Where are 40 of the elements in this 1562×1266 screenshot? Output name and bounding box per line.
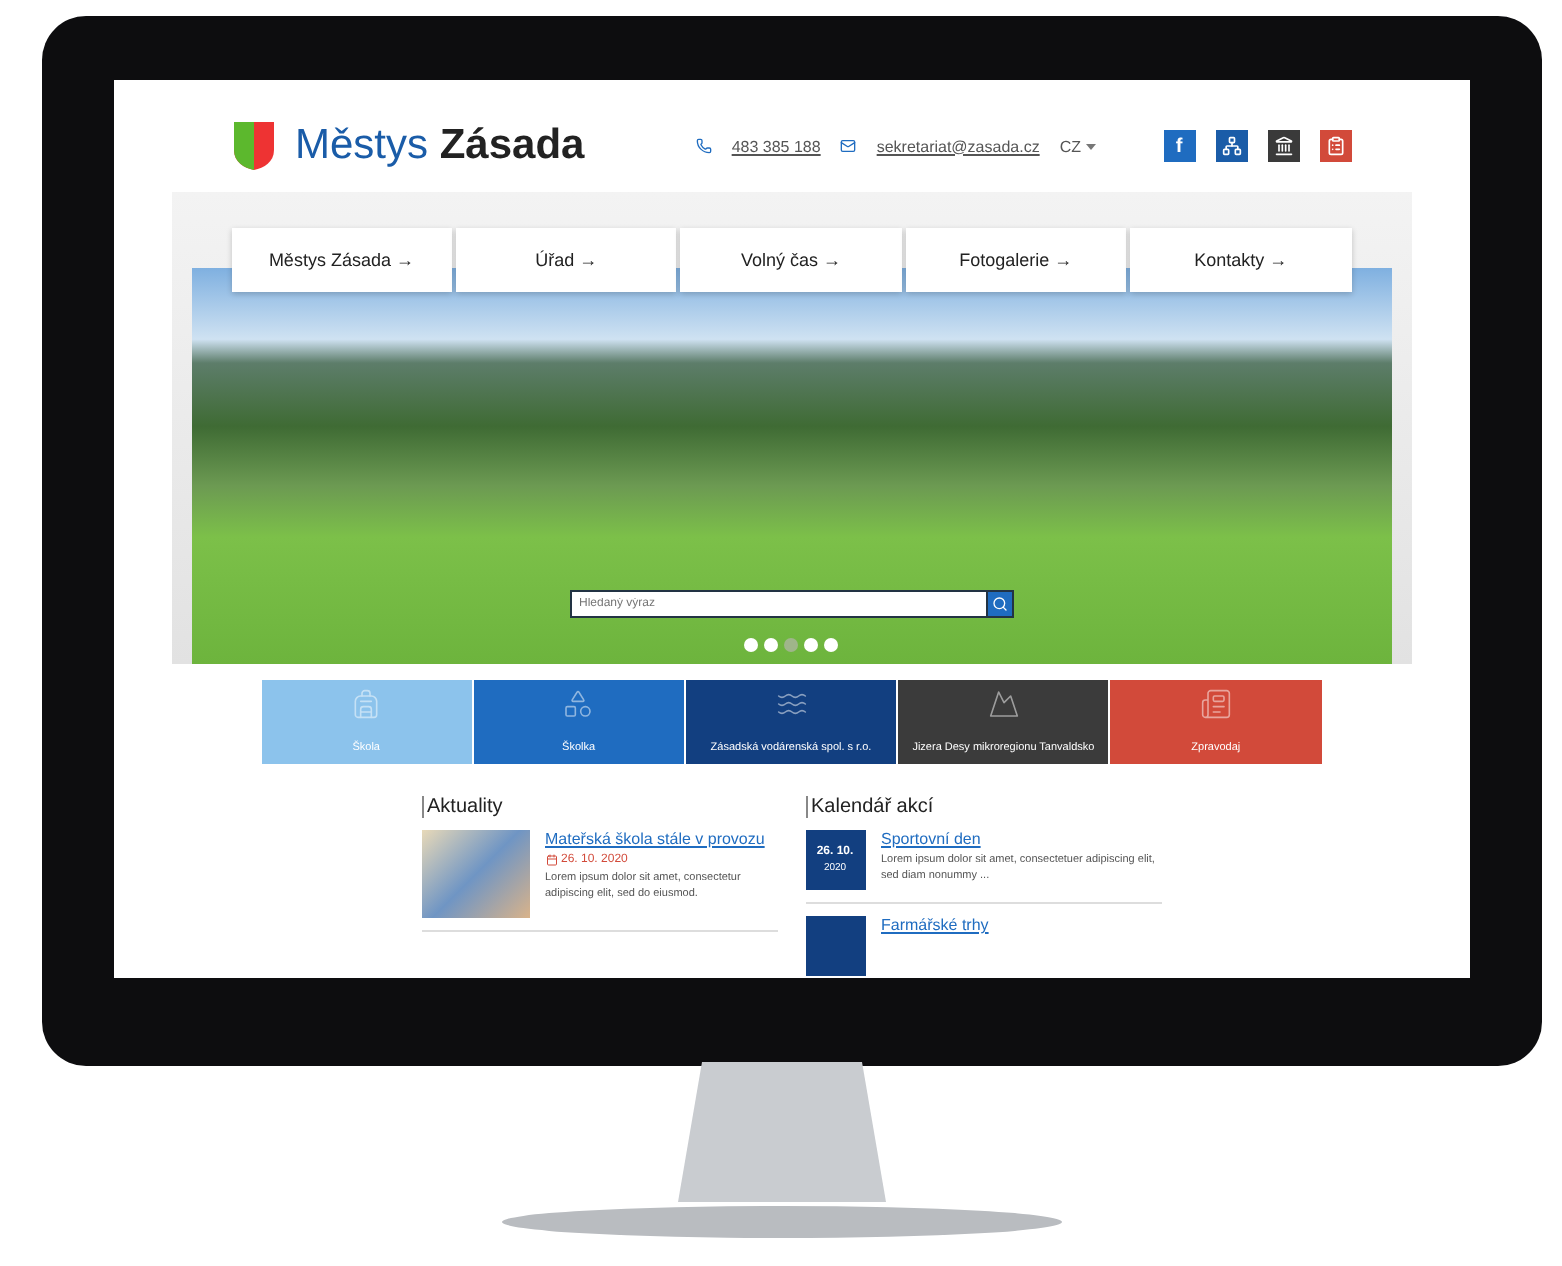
water-icon [775, 688, 807, 720]
site-logo-text: Městys Zásada [295, 122, 585, 170]
search-button[interactable] [985, 590, 1013, 618]
kindergarten-icon [562, 688, 595, 720]
nav-item[interactable]: Volný čas → [680, 228, 902, 292]
slider-dot[interactable] [804, 638, 818, 652]
slider-dot[interactable] [824, 638, 838, 652]
news-icon [1199, 688, 1232, 720]
sitemap-button[interactable] [1215, 130, 1247, 162]
mail-icon [840, 138, 857, 154]
board-button[interactable] [1319, 130, 1351, 162]
facebook-button[interactable]: f [1163, 130, 1195, 162]
board-icon [1325, 136, 1345, 156]
language-link[interactable]: CZ [1059, 137, 1081, 155]
sitemap-icon [1221, 136, 1241, 156]
section-heading: Kalendář akcí [805, 796, 1161, 818]
event-link[interactable]: Sportovní den [881, 830, 1161, 848]
slider-dot[interactable] [744, 638, 758, 652]
nav-item[interactable]: Kontakty → [1130, 228, 1352, 292]
photo-placeholder [421, 830, 529, 918]
phone-icon [695, 138, 712, 154]
nav-item[interactable]: Úřad → [455, 228, 677, 292]
coat-of-arms-icon [231, 120, 275, 172]
office-button[interactable] [1267, 130, 1299, 162]
slider-dot[interactable] [784, 638, 798, 652]
search-icon [991, 596, 1007, 612]
school-icon [350, 688, 383, 720]
phone-link[interactable]: 483 385 188 [731, 137, 821, 155]
email-link[interactable]: sekretariat@zasada.cz [876, 137, 1040, 155]
nav-item[interactable]: Městys Zásada → [231, 228, 452, 292]
caret-icon [1085, 143, 1095, 149]
mountains-icon [987, 688, 1020, 720]
event-date-badge [805, 916, 865, 976]
section-heading: Aktuality [421, 796, 777, 818]
office-icon [1273, 136, 1293, 156]
nav-item[interactable]: Fotogalerie → [905, 228, 1127, 292]
event-link[interactable]: Farmářské trhy [881, 916, 989, 934]
slider-dot[interactable] [764, 638, 778, 652]
article-link[interactable]: Mateřská škola stále v provozu [545, 830, 777, 848]
calendar-icon [545, 854, 557, 866]
